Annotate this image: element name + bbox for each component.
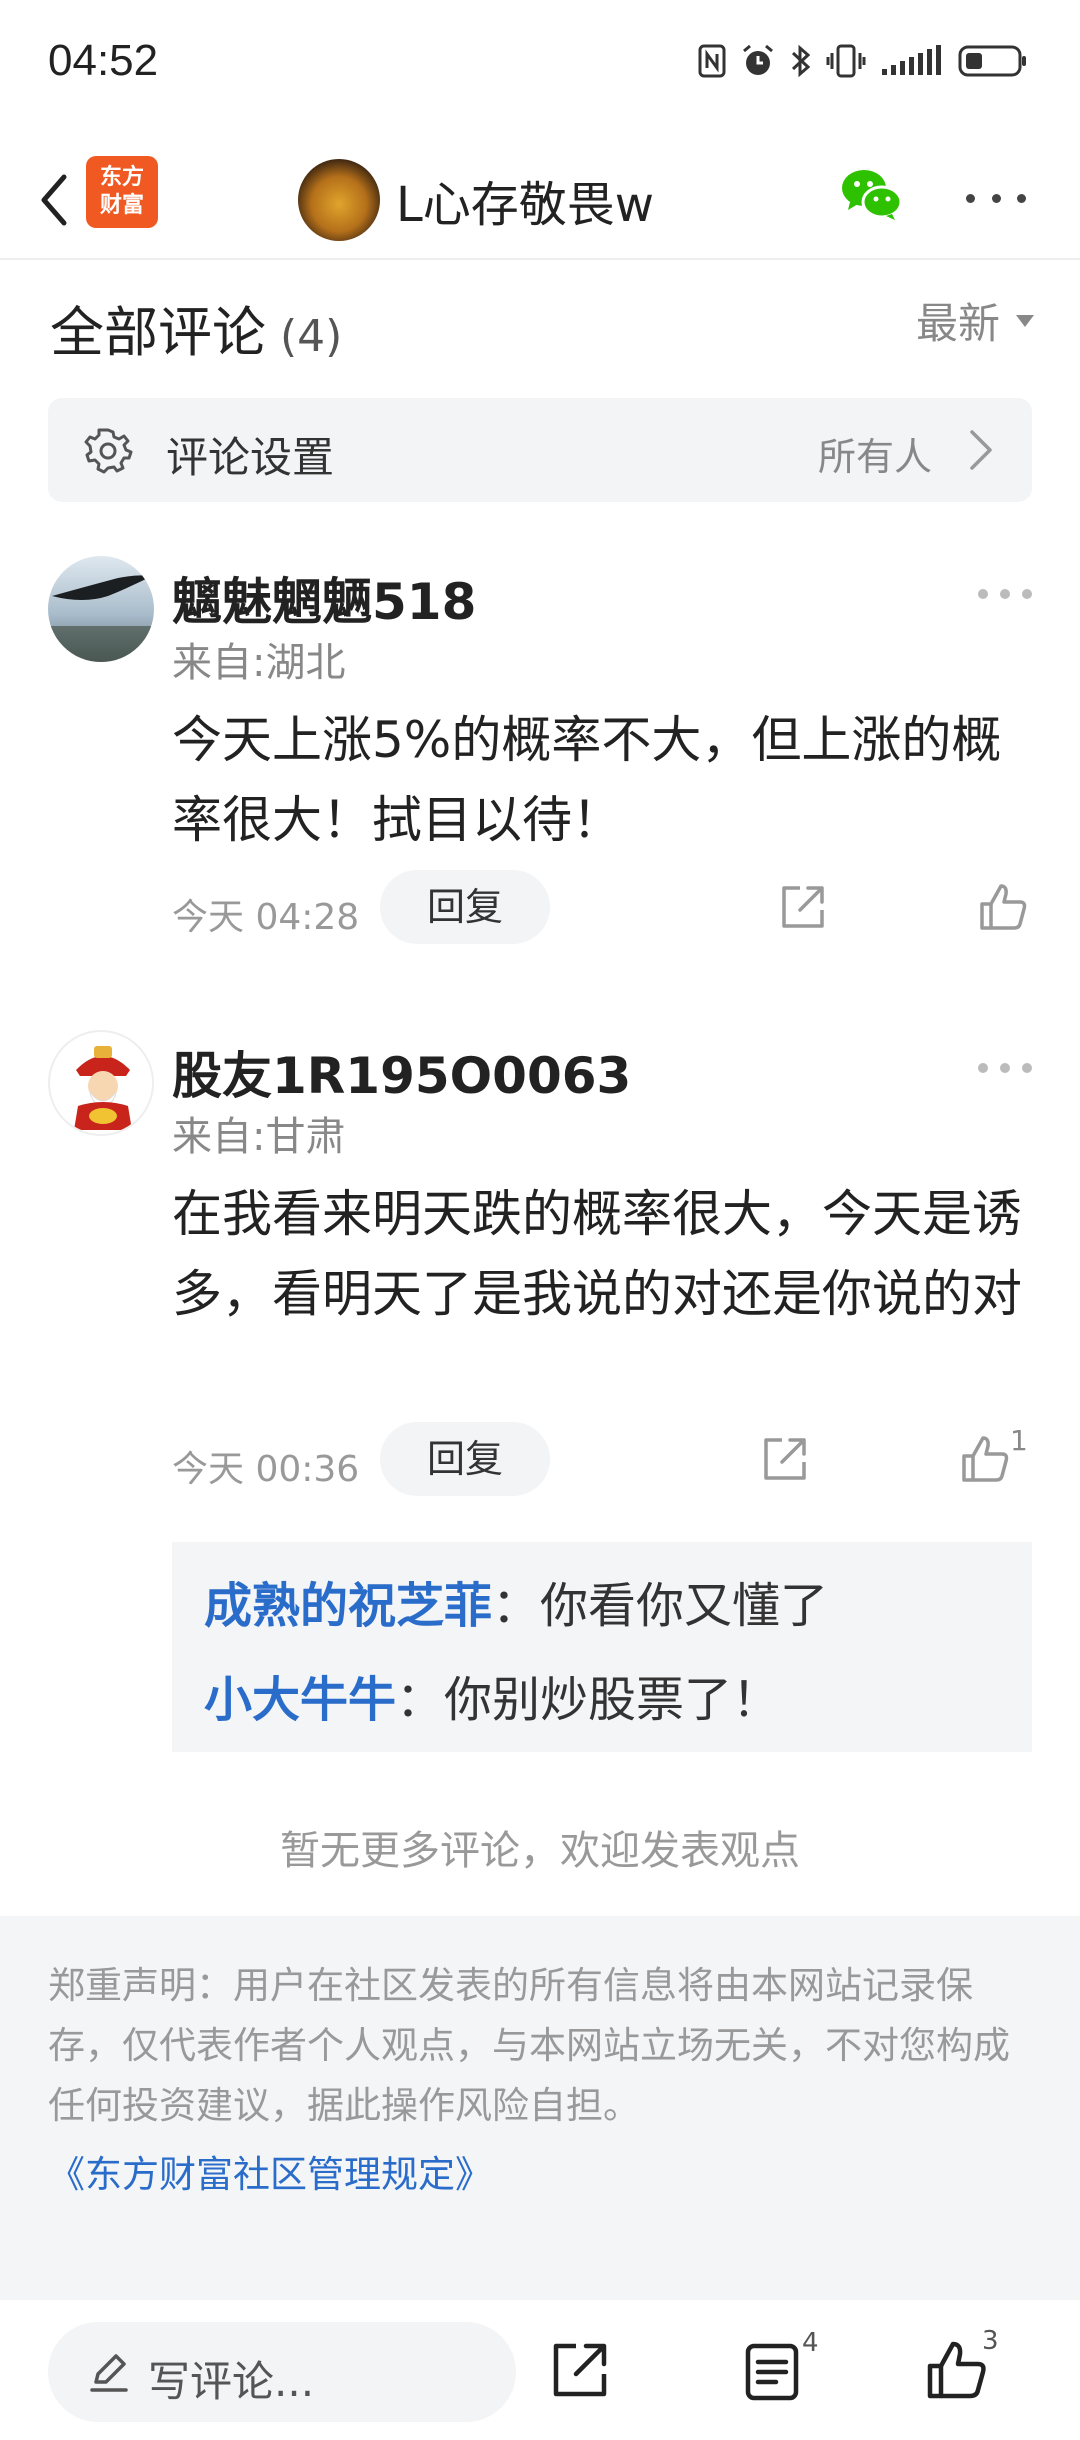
reply-button[interactable]: 回复	[380, 870, 550, 944]
gear-icon	[84, 428, 133, 474]
comment-location: 来自:湖北	[172, 640, 346, 686]
status-time: 04:52	[48, 36, 159, 85]
reply-text: ：你看你又懂了	[492, 1578, 829, 1634]
sort-dropdown[interactable]: 最新	[916, 290, 1034, 351]
app-logo-line2: 财富	[99, 193, 144, 218]
reply-user[interactable]: 成熟的祝芝菲	[204, 1578, 492, 1634]
comment-text: 今天上涨5%的概率不大，但上涨的概率很大！拭目以待！	[172, 711, 1002, 849]
nested-reply[interactable]: 成熟的祝芝菲：你看你又懂了	[204, 1566, 828, 1636]
wechat-share-button[interactable]	[838, 162, 904, 228]
reply-button[interactable]: 回复	[380, 1422, 550, 1496]
comments-badge: 4	[802, 2328, 819, 2358]
app-logo[interactable]: 东方 财富	[86, 156, 158, 228]
commenter-avatar[interactable]	[48, 1030, 154, 1136]
reply-text: ：你别炒股票了！	[396, 1672, 781, 1728]
share-icon[interactable]	[778, 882, 828, 932]
back-button[interactable]	[24, 160, 84, 240]
alarm-icon	[743, 44, 773, 75]
like-count: 1	[1010, 1424, 1028, 1457]
write-comment-input[interactable]: 写评论...	[48, 2322, 516, 2422]
comment-settings-row[interactable]: 评论设置 所有人	[48, 398, 1032, 502]
commenter-name[interactable]: 股友1R195O0063	[172, 1036, 631, 1108]
top-nav: 东方 财富 L心存敬畏w	[0, 140, 1080, 260]
battery-icon	[958, 45, 1026, 77]
community-rules-link[interactable]: 《东方财富社区管理规定》	[48, 2144, 492, 2198]
nfc-icon	[698, 44, 726, 78]
signal-icon	[882, 45, 941, 75]
disclaimer-text: 郑重声明：用户在社区发表的所有信息将由本网站记录保存，仅代表作者个人观点，与本网…	[48, 1964, 1010, 2127]
author-name[interactable]: L心存敬畏w	[396, 165, 654, 235]
author-avatar[interactable]	[298, 159, 380, 241]
more-options-button[interactable]	[966, 178, 1026, 218]
comments-title-text: 全部评论	[50, 301, 266, 364]
comments-icon[interactable]	[742, 2340, 802, 2404]
comments-title: 全部评论 (4)	[50, 288, 342, 367]
caret-down-icon	[1016, 314, 1034, 327]
status-icons	[698, 38, 1028, 84]
commenter-avatar[interactable]	[48, 556, 154, 662]
author-info[interactable]: L心存敬畏w	[298, 150, 654, 250]
reply-user[interactable]: 小大牛牛	[204, 1672, 396, 1728]
write-comment-placeholder: 写评论...	[148, 2357, 315, 2406]
sort-label: 最新	[915, 299, 1000, 348]
chevron-right-icon	[970, 430, 992, 470]
commenter-name[interactable]: 魑魅魍魉518	[172, 562, 476, 634]
app-logo-line1: 东方	[99, 165, 144, 190]
comments-count: (4)	[280, 311, 343, 362]
comment-time: 今天 04:28	[172, 897, 360, 938]
pencil-icon	[90, 2354, 128, 2392]
vibrate-icon	[826, 44, 866, 78]
bottom-action-bar: 写评论... 4 3	[0, 2300, 1080, 2440]
like-icon[interactable]	[924, 2338, 988, 2402]
more-dots-icon	[966, 193, 975, 203]
comment-settings-label: 评论设置	[166, 433, 335, 482]
comment-settings-value: 所有人	[817, 435, 932, 479]
comment-more-button[interactable]	[978, 1058, 1032, 1078]
chevron-left-icon	[41, 174, 67, 226]
comment-location: 来自:甘肃	[172, 1114, 346, 1160]
comment-more-button[interactable]	[978, 584, 1032, 604]
comments-header: 全部评论 (4) 最新	[0, 270, 1080, 380]
like-icon[interactable]	[958, 1432, 1012, 1486]
like-icon[interactable]	[976, 880, 1030, 934]
comment-time: 今天 00:36	[172, 1449, 360, 1490]
share-icon[interactable]	[760, 1434, 810, 1484]
no-more-comments: 暂无更多评论，欢迎发表观点	[280, 1828, 800, 1874]
disclaimer-section: 郑重声明：用户在社区发表的所有信息将由本网站记录保存，仅代表作者个人观点，与本网…	[0, 1916, 1080, 2300]
share-icon[interactable]	[550, 2340, 610, 2400]
nested-replies[interactable]: 成熟的祝芝菲：你看你又懂了 小大牛牛：你别炒股票了！	[172, 1542, 1032, 1752]
wechat-icon	[842, 170, 903, 220]
likes-badge: 3	[982, 2326, 999, 2356]
bluetooth-icon	[791, 44, 811, 78]
status-bar: 04:52	[0, 0, 1080, 120]
comment-text: 在我看来明天跌的概率很大，今天是诱多，看明天了是我说的对还是你说的对	[172, 1185, 1022, 1323]
nested-reply[interactable]: 小大牛牛：你别炒股票了！	[204, 1660, 780, 1730]
